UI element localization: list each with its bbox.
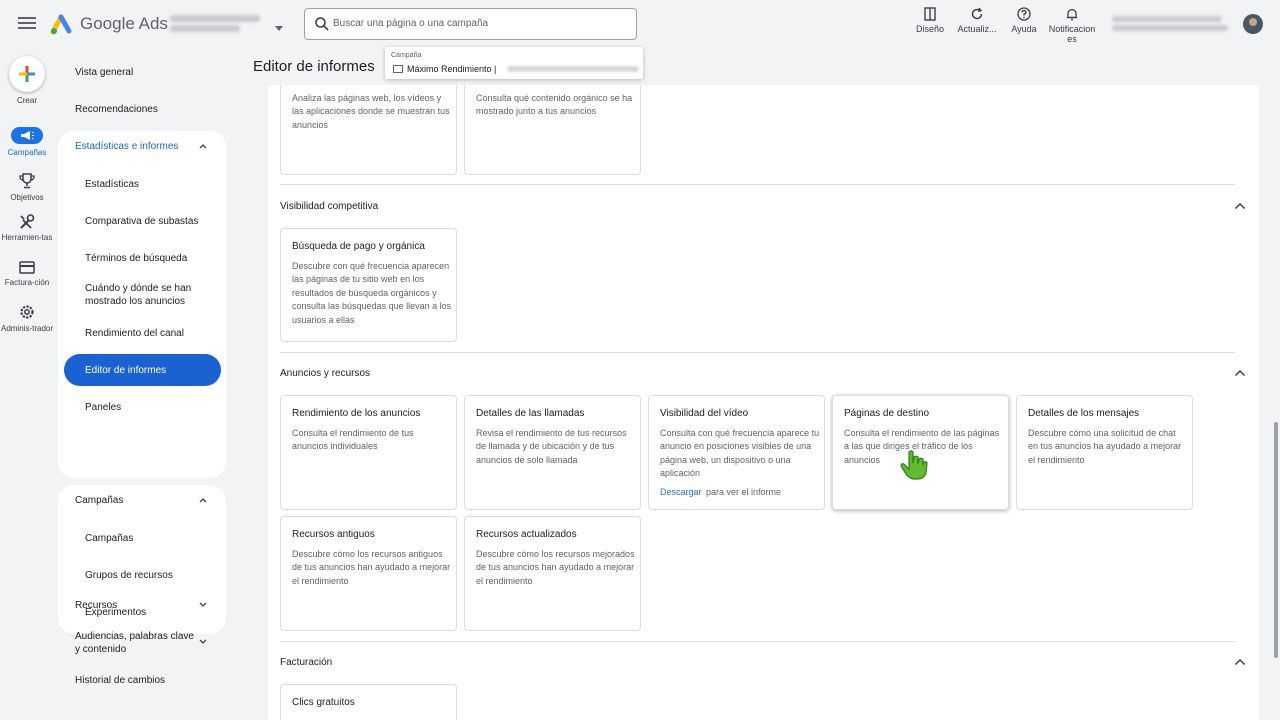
hand-cursor-icon [900, 450, 928, 480]
chevron-up-icon[interactable] [199, 142, 207, 150]
layout-icon [924, 7, 936, 21]
page-title: Editor de informes [253, 58, 375, 75]
campaign-value: Máximo Rendimiento | [407, 64, 497, 74]
top-bar: Google Ads Buscar una página o una campa… [0, 0, 1280, 50]
notifications-button[interactable]: Notificacion es [1044, 7, 1100, 44]
refresh-icon [971, 7, 983, 20]
menu-icon[interactable] [17, 14, 37, 34]
rail-admin-label: Adminis-trador [0, 324, 53, 333]
account-caret-icon[interactable] [275, 26, 283, 31]
chevron-down-icon[interactable] [199, 638, 207, 646]
rail-campaigns-label: Campañas [7, 148, 47, 157]
report-card[interactable]: Recursos actualizados Descubre cómo los … [464, 516, 641, 631]
rail-billing-label: Factura-ción [4, 278, 50, 287]
nav-sub-auction[interactable]: Comparativa de subastas [85, 215, 198, 228]
download-link-suffix: para ver el informe [706, 487, 782, 497]
campaign-selector[interactable]: Campaña Máximo Rendimiento | [385, 47, 643, 79]
rail-create-label: Crear [16, 96, 37, 105]
chevron-up-icon[interactable] [1234, 658, 1246, 666]
brand-name: Google Ads [80, 14, 168, 33]
scrollbar[interactable] [1274, 422, 1278, 658]
chevron-up-icon[interactable] [199, 496, 207, 504]
nav-stats-header[interactable]: Estadísticas e informes [75, 141, 178, 152]
rail-goals-label: Objetivos [10, 193, 44, 202]
rail-item-campaigns[interactable] [11, 127, 43, 144]
divider [280, 184, 1235, 185]
report-card[interactable]: Consulta qué contenido orgánico se ha mo… [464, 85, 641, 175]
section-title: Anuncios y recursos [280, 368, 371, 379]
nav-sub-search-terms[interactable]: Términos de búsqueda [85, 252, 187, 265]
gear-icon[interactable] [17, 303, 37, 321]
nav-sub-channel[interactable]: Rendimiento del canal [85, 327, 184, 340]
main-panel: Analiza las páginas web, los vídeos y la… [268, 85, 1259, 720]
rail-tools-label: Herramien-tas [1, 233, 53, 242]
nav-change-history[interactable]: Historial de cambios [75, 675, 165, 686]
google-ads-logo [50, 14, 72, 35]
search-placeholder: Buscar una página o una campaña [333, 18, 489, 29]
report-card[interactable]: Analiza las páginas web, los vídeos y la… [280, 85, 457, 175]
report-card[interactable]: Detalles de los mensajes Descubre cómo u… [1016, 395, 1193, 510]
search-icon [315, 17, 329, 31]
user-info[interactable] [1112, 13, 1232, 35]
account-selector[interactable] [170, 12, 270, 36]
campaign-label: Campaña [391, 52, 422, 59]
report-card[interactable]: Búsqueda de pago y orgánica Descubre con… [280, 228, 457, 342]
nav-sub-dashboards[interactable]: Paneles [85, 401, 121, 414]
campaign-name-redacted [507, 66, 639, 72]
nav-audiences[interactable]: Audiencias, palabras clave y contenido [75, 630, 199, 656]
section-title: Facturación [280, 657, 333, 668]
nav-sub-asset-groups[interactable]: Grupos de recursos [85, 569, 173, 582]
plus-icon [19, 66, 35, 82]
avatar[interactable] [1243, 14, 1263, 34]
divider [280, 352, 1235, 353]
nav-card-campaigns: Campañas Campañas Grupos de recursos Exp… [58, 485, 226, 634]
report-card[interactable]: Detalles de las llamadas Revisa el rendi… [464, 395, 641, 510]
bell-icon [1067, 8, 1077, 21]
section-title: Visibilidad competitiva [280, 201, 379, 212]
nav-campaigns-header[interactable]: Campañas [75, 495, 123, 506]
tools-icon[interactable] [17, 213, 37, 231]
nav-recommendations[interactable]: Recomendaciones [75, 104, 158, 115]
report-card[interactable]: Rendimiento de los anuncios Consulta el … [280, 395, 457, 510]
report-card[interactable]: Recursos antiguos Descubre cómo los recu… [280, 516, 457, 631]
megaphone-icon [21, 131, 34, 140]
nav-card-stats: Estadísticas e informes Estadísticas Com… [58, 131, 226, 478]
chevron-up-icon[interactable] [1234, 369, 1246, 377]
nav-overview[interactable]: Vista general [75, 67, 133, 78]
create-button[interactable] [9, 56, 45, 92]
search-box[interactable]: Buscar una página o una campaña [304, 8, 637, 40]
credit-card-icon[interactable] [17, 259, 37, 277]
nav-sub-report-editor[interactable]: Editor de informes [85, 364, 166, 377]
nav-resources[interactable]: Recursos [75, 600, 117, 611]
help-icon [1017, 7, 1031, 21]
report-card[interactable]: Visibilidad del vídeo Consulta con qué f… [648, 395, 825, 510]
chevron-up-icon[interactable] [1234, 202, 1246, 210]
download-link[interactable]: Descargar [660, 487, 702, 497]
nav-sub-statistics[interactable]: Estadísticas [85, 178, 139, 191]
chevron-down-icon[interactable] [199, 601, 207, 609]
trophy-icon[interactable] [17, 172, 37, 190]
report-card[interactable]: Clics gratuitos [280, 684, 457, 720]
nav-sub-campaigns[interactable]: Campañas [85, 532, 133, 545]
nav-sub-when-where[interactable]: Cuándo y dónde se han mostrado los anunc… [85, 282, 215, 308]
divider [280, 641, 1235, 642]
campaign-type-icon [393, 65, 403, 73]
